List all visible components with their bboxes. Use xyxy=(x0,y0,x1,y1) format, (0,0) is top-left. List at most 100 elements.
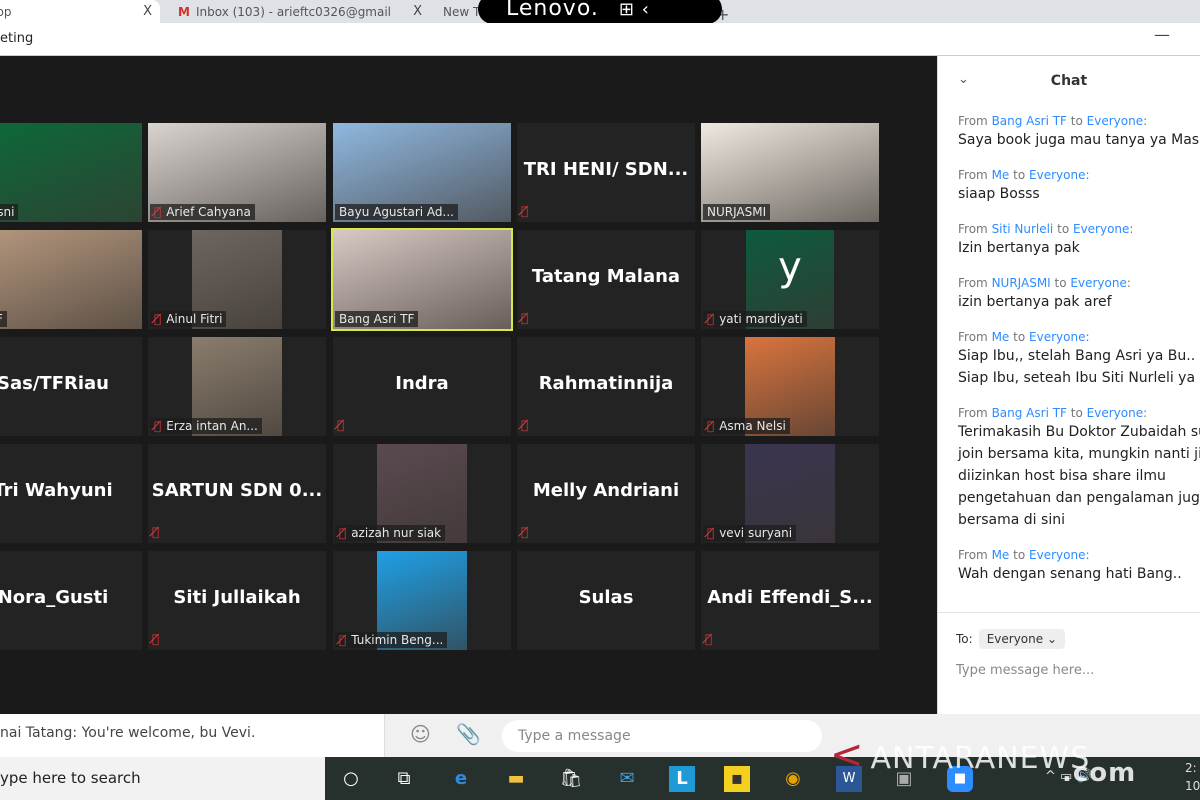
participant-tile[interactable]: 🎙̸ Erza intan An... xyxy=(148,337,326,436)
to-word: to xyxy=(1013,168,1026,182)
task-view-icon[interactable]: ⧉ xyxy=(391,766,417,792)
lenovo-text: Lenovo. xyxy=(506,0,599,21)
word-icon[interactable]: W xyxy=(836,766,862,792)
participant-tile[interactable]: Siti Jullaikah 🎙̸ xyxy=(148,551,326,650)
recipient-name: Everyone xyxy=(1070,276,1127,290)
participant-tile[interactable]: Andi Effendi_S... 🎙̸ xyxy=(701,551,879,650)
muted-mic-icon: 🎙̸ xyxy=(154,419,162,433)
participant-tile[interactable]: SARTUN SDN 0... 🎙̸ xyxy=(148,444,326,543)
message-text: Terimakasih Bu Doktor Zubaidah su join b… xyxy=(958,424,1200,528)
message-meta: From NURJASMI to Everyone: xyxy=(958,276,1131,290)
participant-label: 🎙̸ yati mardiyati xyxy=(703,311,807,327)
participant-tile[interactable]: Melly Andriani 🎙̸ xyxy=(517,444,695,543)
message-text: Siap Ibu,, stelah Bang Asri ya Bu.. Siap… xyxy=(958,348,1200,386)
participant-name: Ainul Fitri xyxy=(166,312,223,326)
close-tab-icon[interactable]: X xyxy=(143,4,152,19)
window-titlebar: eting — xyxy=(0,23,1200,56)
message-input[interactable]: Type a message xyxy=(502,720,822,752)
chat-message: From Me to Everyone: siaap Bosss xyxy=(958,167,1200,205)
participant-tile[interactable]: urhasni xyxy=(0,123,142,222)
sender-name[interactable]: Me xyxy=(992,168,1010,182)
cortana-icon[interactable]: ○ xyxy=(338,766,364,792)
tab-label: App xyxy=(0,5,12,19)
participant-video xyxy=(0,230,142,329)
edge-icon[interactable]: e xyxy=(448,766,474,792)
zoom-icon[interactable]: ■ xyxy=(947,766,973,792)
sender-name[interactable]: Bang Asri TF xyxy=(992,114,1067,128)
participant-name: Melly Andriani xyxy=(532,480,680,501)
muted-mic-icon: 🎙̸ xyxy=(707,419,715,433)
chat-preview[interactable]: nai Tatang: You're welcome, bu Vevi. xyxy=(0,714,385,757)
muted-mic-icon: 🎙̸ xyxy=(521,525,529,539)
taskbar-search[interactable]: ype here to search xyxy=(0,757,325,800)
participant-tile[interactable]: 🎙̸ azizah nur siak xyxy=(333,444,511,543)
sticky-notes-icon[interactable]: ▪ xyxy=(724,766,750,792)
emoji-icon[interactable]: ☺ xyxy=(410,722,431,746)
message-text: Izin bertanya pak xyxy=(958,240,1080,256)
sender-name[interactable]: Me xyxy=(992,548,1010,562)
window-icon[interactable]: ▣ xyxy=(891,766,917,792)
close-tab-icon[interactable]: X xyxy=(413,4,422,19)
mail-icon[interactable]: ✉ xyxy=(614,766,640,792)
recipient-name: Everyone xyxy=(1029,168,1086,182)
participant-label: Bang Asri TF xyxy=(335,311,419,327)
system-tray[interactable]: ^ ▭ 🔊 xyxy=(1045,769,1093,784)
participant-tile[interactable]: Sas/TFRiau xyxy=(0,337,142,436)
participant-tile[interactable]: 🎙̸ vevi suryani xyxy=(701,444,879,543)
to-word: to xyxy=(1070,406,1083,420)
whatsapp-bar: nai Tatang: You're welcome, bu Vevi. ☺ 📎… xyxy=(0,714,1200,757)
participant-name: Tri Wahyuni xyxy=(0,480,113,501)
participant-name: urhasni xyxy=(0,205,15,219)
tab-label: Inbox (103) - arieftc0326@gmail xyxy=(195,5,392,19)
participant-tile[interactable]: 🎙̸ Asma Nelsi xyxy=(701,337,879,436)
participant-tile[interactable]: Tatang Malana 🎙̸ xyxy=(517,230,695,329)
file-explorer-icon[interactable]: ▬ xyxy=(503,766,529,792)
participant-tile[interactable]: Nora_Gusti xyxy=(0,551,142,650)
minimize-button[interactable]: — xyxy=(1154,25,1170,44)
sender-name[interactable]: NURJASMI xyxy=(992,276,1051,290)
recipient-label: To: xyxy=(956,632,973,646)
chat-message: From Bang Asri TF to Everyone: Saya book … xyxy=(958,113,1200,151)
participant-tile[interactable]: TRI HENI/ SDN... 🎙̸ xyxy=(517,123,695,222)
tab-gmail[interactable]: M Inbox (103) - arieftc0326@gmail X xyxy=(170,0,430,23)
clock-time: 2: xyxy=(1185,761,1197,775)
paperclip-icon[interactable]: 📎 xyxy=(456,722,481,746)
participant-name: Andi Effendi_S... xyxy=(707,587,873,608)
lenovo-badge-icon: ⊞ ‹ xyxy=(618,0,650,20)
chrome-icon[interactable]: ◉ xyxy=(780,766,806,792)
participant-name: Bang Asri TF xyxy=(339,312,415,326)
participant-tile[interactable]: NURJASMI xyxy=(701,123,879,222)
participant-name: Sulas xyxy=(578,587,634,608)
sender-name[interactable]: Siti Nurleli xyxy=(992,222,1054,236)
participant-name: Bayu Agustari Ad... xyxy=(339,205,454,219)
participant-tile[interactable]: 🎙̸ Arief Cahyana xyxy=(148,123,326,222)
participant-name: Nora_Gusti xyxy=(0,587,109,608)
recipient-dropdown[interactable]: Everyone ⌄ xyxy=(978,629,1066,649)
chat-message: From Me to Everyone: Wah dengan senang ha… xyxy=(958,547,1200,585)
muted-mic-icon: 🎙̸ xyxy=(707,526,715,540)
participant-tile[interactable]: Indra 🎙̸ xyxy=(333,337,511,436)
participant-name: Sas/TFRiau xyxy=(0,373,109,394)
lenovo-logo: Lenovo. ⊞ ‹ xyxy=(478,0,722,24)
participant-tile[interactable]: Bayu Agustari Ad... xyxy=(333,123,511,222)
to-word: to xyxy=(1013,330,1026,344)
recipient-name: Everyone xyxy=(1029,548,1086,562)
muted-mic-icon: 🎙̸ xyxy=(152,632,160,646)
participant-tile[interactable]: Bang Asri TF xyxy=(331,228,513,331)
chat-message-input[interactable]: Type message here... xyxy=(956,663,1094,678)
sender-name[interactable]: Bang Asri TF xyxy=(992,406,1067,420)
sender-name[interactable]: Me xyxy=(992,330,1010,344)
participant-tile[interactable]: 🎙̸ Ainul Fitri xyxy=(148,230,326,329)
muted-mic-icon: 🎙̸ xyxy=(154,205,162,219)
participant-name: SARTUN SDN 0... xyxy=(151,480,323,501)
l-app-icon[interactable]: L xyxy=(669,766,695,792)
clock[interactable]: 2:10/ xyxy=(1185,759,1200,795)
participant-tile[interactable]: y 🎙̸ yati mardiyati xyxy=(701,230,879,329)
participant-tile[interactable]: 🎙̸ Tukimin Beng... xyxy=(333,551,511,650)
store-icon[interactable]: 🛍 xyxy=(558,766,584,792)
participant-tile[interactable]: Rahmatinnija 🎙̸ xyxy=(517,337,695,436)
participant-tile[interactable]: yu TF xyxy=(0,230,142,329)
participant-tile[interactable]: Sulas xyxy=(517,551,695,650)
tab-app[interactable]: App X xyxy=(0,0,160,23)
participant-tile[interactable]: Tri Wahyuni xyxy=(0,444,142,543)
